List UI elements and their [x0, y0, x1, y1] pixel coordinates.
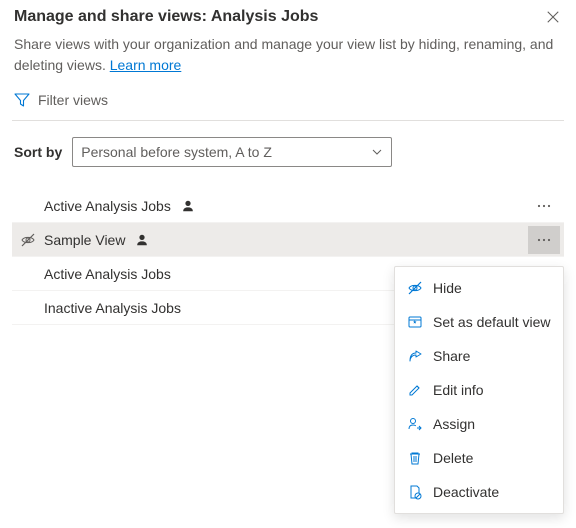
menu-item-deactivate[interactable]: Deactivate: [395, 475, 563, 509]
view-row[interactable]: Sample View: [12, 223, 564, 257]
dialog-description: Share views with your organization and m…: [0, 28, 576, 78]
filter-label: Filter views: [38, 92, 108, 108]
dialog-title: Manage and share views: Analysis Jobs: [14, 8, 318, 26]
sort-selected-value: Personal before system, A to Z: [81, 144, 272, 160]
filter-views-button[interactable]: Filter views: [0, 78, 576, 120]
eye-off-icon: [20, 232, 36, 248]
menu-item-delete[interactable]: Delete: [395, 441, 563, 475]
more-actions-button[interactable]: [528, 226, 560, 254]
person-icon: [135, 233, 149, 247]
eye-off-icon: [407, 280, 423, 296]
view-name: Sample View: [44, 232, 125, 248]
person-icon: [181, 199, 195, 213]
menu-item-set-default[interactable]: Set as default view: [395, 305, 563, 339]
menu-item-assign[interactable]: Assign: [395, 407, 563, 441]
menu-item-hide[interactable]: Hide: [395, 271, 563, 305]
sort-select[interactable]: Personal before system, A to Z: [72, 137, 392, 167]
menu-label: Deactivate: [433, 484, 499, 500]
menu-item-share[interactable]: Share: [395, 339, 563, 373]
assign-icon: [407, 416, 423, 432]
context-menu: Hide Set as default view Share Edit info…: [394, 266, 564, 514]
dialog-header: Manage and share views: Analysis Jobs: [0, 0, 576, 28]
menu-label: Assign: [433, 416, 475, 432]
view-name: Inactive Analysis Jobs: [44, 300, 181, 316]
view-row[interactable]: Active Analysis Jobs: [12, 189, 564, 223]
share-icon: [407, 348, 423, 364]
description-text: Share views with your organization and m…: [14, 36, 553, 73]
deactivate-icon: [407, 484, 423, 500]
filter-icon: [14, 92, 30, 108]
close-icon[interactable]: [544, 8, 562, 26]
trash-icon: [407, 450, 423, 466]
more-actions-button[interactable]: [528, 192, 560, 220]
menu-label: Hide: [433, 280, 462, 296]
pencil-icon: [407, 382, 423, 398]
menu-label: Delete: [433, 450, 473, 466]
default-view-icon: [407, 314, 423, 330]
learn-more-link[interactable]: Learn more: [110, 57, 182, 73]
view-name: Active Analysis Jobs: [44, 198, 171, 214]
sort-row: Sort by Personal before system, A to Z: [0, 121, 576, 189]
view-name: Active Analysis Jobs: [44, 266, 171, 282]
menu-label: Share: [433, 348, 470, 364]
sort-label: Sort by: [14, 144, 62, 160]
chevron-down-icon: [371, 146, 383, 158]
menu-label: Edit info: [433, 382, 484, 398]
menu-item-edit[interactable]: Edit info: [395, 373, 563, 407]
menu-label: Set as default view: [433, 314, 551, 330]
